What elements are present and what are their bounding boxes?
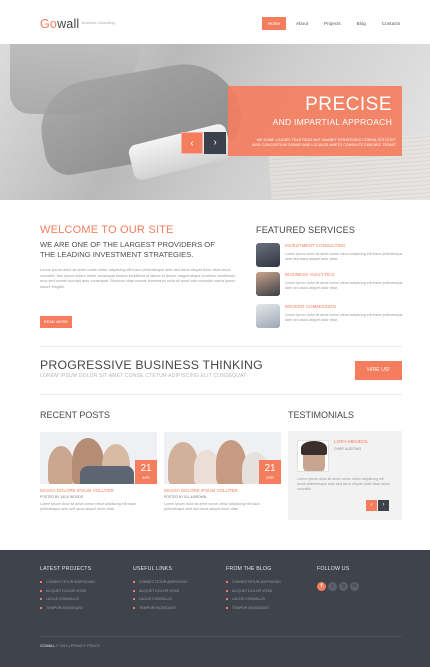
copyright-brand: GOWALL <box>40 644 56 648</box>
testimonial-name: LORA MENDOL <box>334 440 369 445</box>
footer-title-useful-links: USEFUL LINKS <box>133 566 173 572</box>
service-link[interactable]: BUSINESS ANALYTICS <box>285 272 334 277</box>
footer-list-from-the-blog: CONSECTETUR ADIPISCING ALIQUET DOLOR VIT… <box>226 580 281 614</box>
read-more-button[interactable]: READ MORE <box>40 316 72 328</box>
testimonial-next-button[interactable]: › <box>378 500 389 511</box>
post-excerpt: Lorem ipsum dolor sit amet conse ctetur … <box>164 502 261 511</box>
twitter-icon[interactable]: t <box>328 582 337 591</box>
nav-item-home[interactable]: Home <box>261 17 287 30</box>
service-text: Lorem ipsum dolor sit amet conse ctetur … <box>285 313 403 322</box>
post-date-badge: 21 APR <box>259 460 281 484</box>
divider <box>40 346 402 347</box>
footer-link[interactable]: LACUS CONVALLIS <box>40 597 95 606</box>
post-image[interactable]: 21 APR <box>164 432 281 484</box>
social-links: f t g in <box>317 582 359 591</box>
service-link[interactable]: INVESTMENT CONSULTING <box>285 243 346 248</box>
progressive-subtitle: LOREM IPSUM DOLOR SIT AMET CONSE CTETUR … <box>40 373 247 379</box>
footer-list-latest-projects: CONSECTETUR ADIPISCING ALIQUET DOLOR VIT… <box>40 580 95 614</box>
logo[interactable]: Gowall <box>40 17 79 31</box>
service-text: Lorem ipsum dolor sit amet conse ctetur … <box>285 281 403 290</box>
hire-us-button[interactable]: HIRE US! <box>355 361 402 380</box>
slider-next-button[interactable]: › <box>204 132 226 154</box>
facebook-icon[interactable]: f <box>317 582 326 591</box>
footer-divider <box>40 636 402 637</box>
hero-subtitle: AND IMPARTIAL APPROACH <box>272 117 392 127</box>
footer-link[interactable]: TEMPOR INCIDIDUNT <box>40 606 95 615</box>
testimonial-role: CHIEF AUDITING <box>334 447 362 451</box>
footer-title-latest-projects: LATEST PROJECTS <box>40 566 92 572</box>
footer-link[interactable]: CONSECTETUR ADIPISCING <box>133 580 188 589</box>
footer-link[interactable]: ALIQUET DOLOR VITAE <box>226 589 281 598</box>
hero-description: WE SOME CAUSES TEAS READ BUT AMARET STRA… <box>252 138 396 147</box>
footer-title-follow-us: FOLLOW US <box>317 566 350 572</box>
divider <box>40 394 402 395</box>
service-link[interactable]: BROKER COMMISSION <box>285 304 336 309</box>
main-nav: Home About Projects Blog Contacts <box>261 17 406 30</box>
nav-item-about[interactable]: About <box>290 17 314 30</box>
site-header: Gowall Business Consulting Home About Pr… <box>0 0 430 44</box>
welcome-text: Lorem ipsum dolor sit amet conse ctetur … <box>40 268 236 289</box>
service-photo <box>256 272 280 296</box>
footer-link[interactable]: ALIQUET DOLOR VITAE <box>40 589 95 598</box>
footer-link[interactable]: LACUS CONVALLIS <box>133 597 188 606</box>
slider-prev-button[interactable]: ‹ <box>181 132 203 154</box>
testimonial-prev-button[interactable]: ‹ <box>366 500 377 511</box>
footer-list-useful-links: CONSECTETUR ADIPISCING ALIQUET DOLOR VIT… <box>133 580 188 614</box>
featured-services-title: FEATURED SERVICES <box>256 225 356 235</box>
chevron-right-icon: › <box>382 502 385 508</box>
linkedin-icon[interactable]: in <box>350 582 359 591</box>
google-plus-icon[interactable]: g <box>339 582 348 591</box>
progressive-title: PROGRESSIVE BUSINESS THINKING <box>40 358 263 372</box>
footer-link[interactable]: TEMPOR INCIDIDUNT <box>133 606 188 615</box>
footer-title-from-the-blog: FROM THE BLOG <box>226 566 272 572</box>
copyright: GOWALL © 2014 | PRIVACY POLICY <box>40 644 100 648</box>
nav-item-contacts[interactable]: Contacts <box>376 17 406 30</box>
service-photo <box>256 304 280 328</box>
post-date-badge: 21 APR <box>135 460 157 484</box>
post-excerpt: Lorem ipsum dolor sit amet conse ctetur … <box>40 502 137 511</box>
post-author: POSTED BY JACK WOODS <box>40 495 84 499</box>
footer-link[interactable]: CONSECTETUR ADIPISCING <box>226 580 281 589</box>
logo-tagline: Business Consulting <box>82 21 115 25</box>
footer-link[interactable]: ALIQUET DOLOR VITAE <box>133 589 188 598</box>
service-text: Lorem ipsum dolor sit amet conse ctetur … <box>285 252 403 261</box>
copyright-text[interactable]: © 2014 | PRIVACY POLICY <box>56 644 100 648</box>
post-title-link[interactable]: MASSA DOLORE IPSUM VOLUTER <box>164 488 238 493</box>
hero-title: PRECISE <box>305 94 392 115</box>
welcome-title: WELCOME TO OUR SITE <box>40 224 174 236</box>
testimonials-title: TESTIMONIALS <box>288 410 355 420</box>
chevron-left-icon: ‹ <box>370 502 373 508</box>
chevron-right-icon: › <box>213 137 217 148</box>
footer-link[interactable]: LACUS CONVALLIS <box>226 597 281 606</box>
nav-item-blog[interactable]: Blog <box>351 17 372 30</box>
testimonial-text: Lorem ipsum dolor sit amet conse ctetur … <box>297 477 390 491</box>
welcome-subtitle: WE ARE ONE OF THE LARGEST PROVIDERS OF T… <box>40 240 215 259</box>
recent-posts-title: RECENT POSTS <box>40 410 110 420</box>
footer-link[interactable]: CONSECTETUR ADIPISCING <box>40 580 95 589</box>
service-photo <box>256 243 280 267</box>
post-title-link[interactable]: MASSA DOLORE IPSUM VOLUTER <box>40 488 114 493</box>
chevron-left-icon: ‹ <box>190 138 194 149</box>
testimonial-avatar <box>297 440 329 472</box>
post-author: POSTED BY ELLA BROWN <box>164 495 207 499</box>
nav-item-projects[interactable]: Projects <box>318 17 347 30</box>
post-image[interactable]: 21 APR <box>40 432 157 484</box>
footer-link[interactable]: TEMPOR INCIDIDUNT <box>226 606 281 615</box>
